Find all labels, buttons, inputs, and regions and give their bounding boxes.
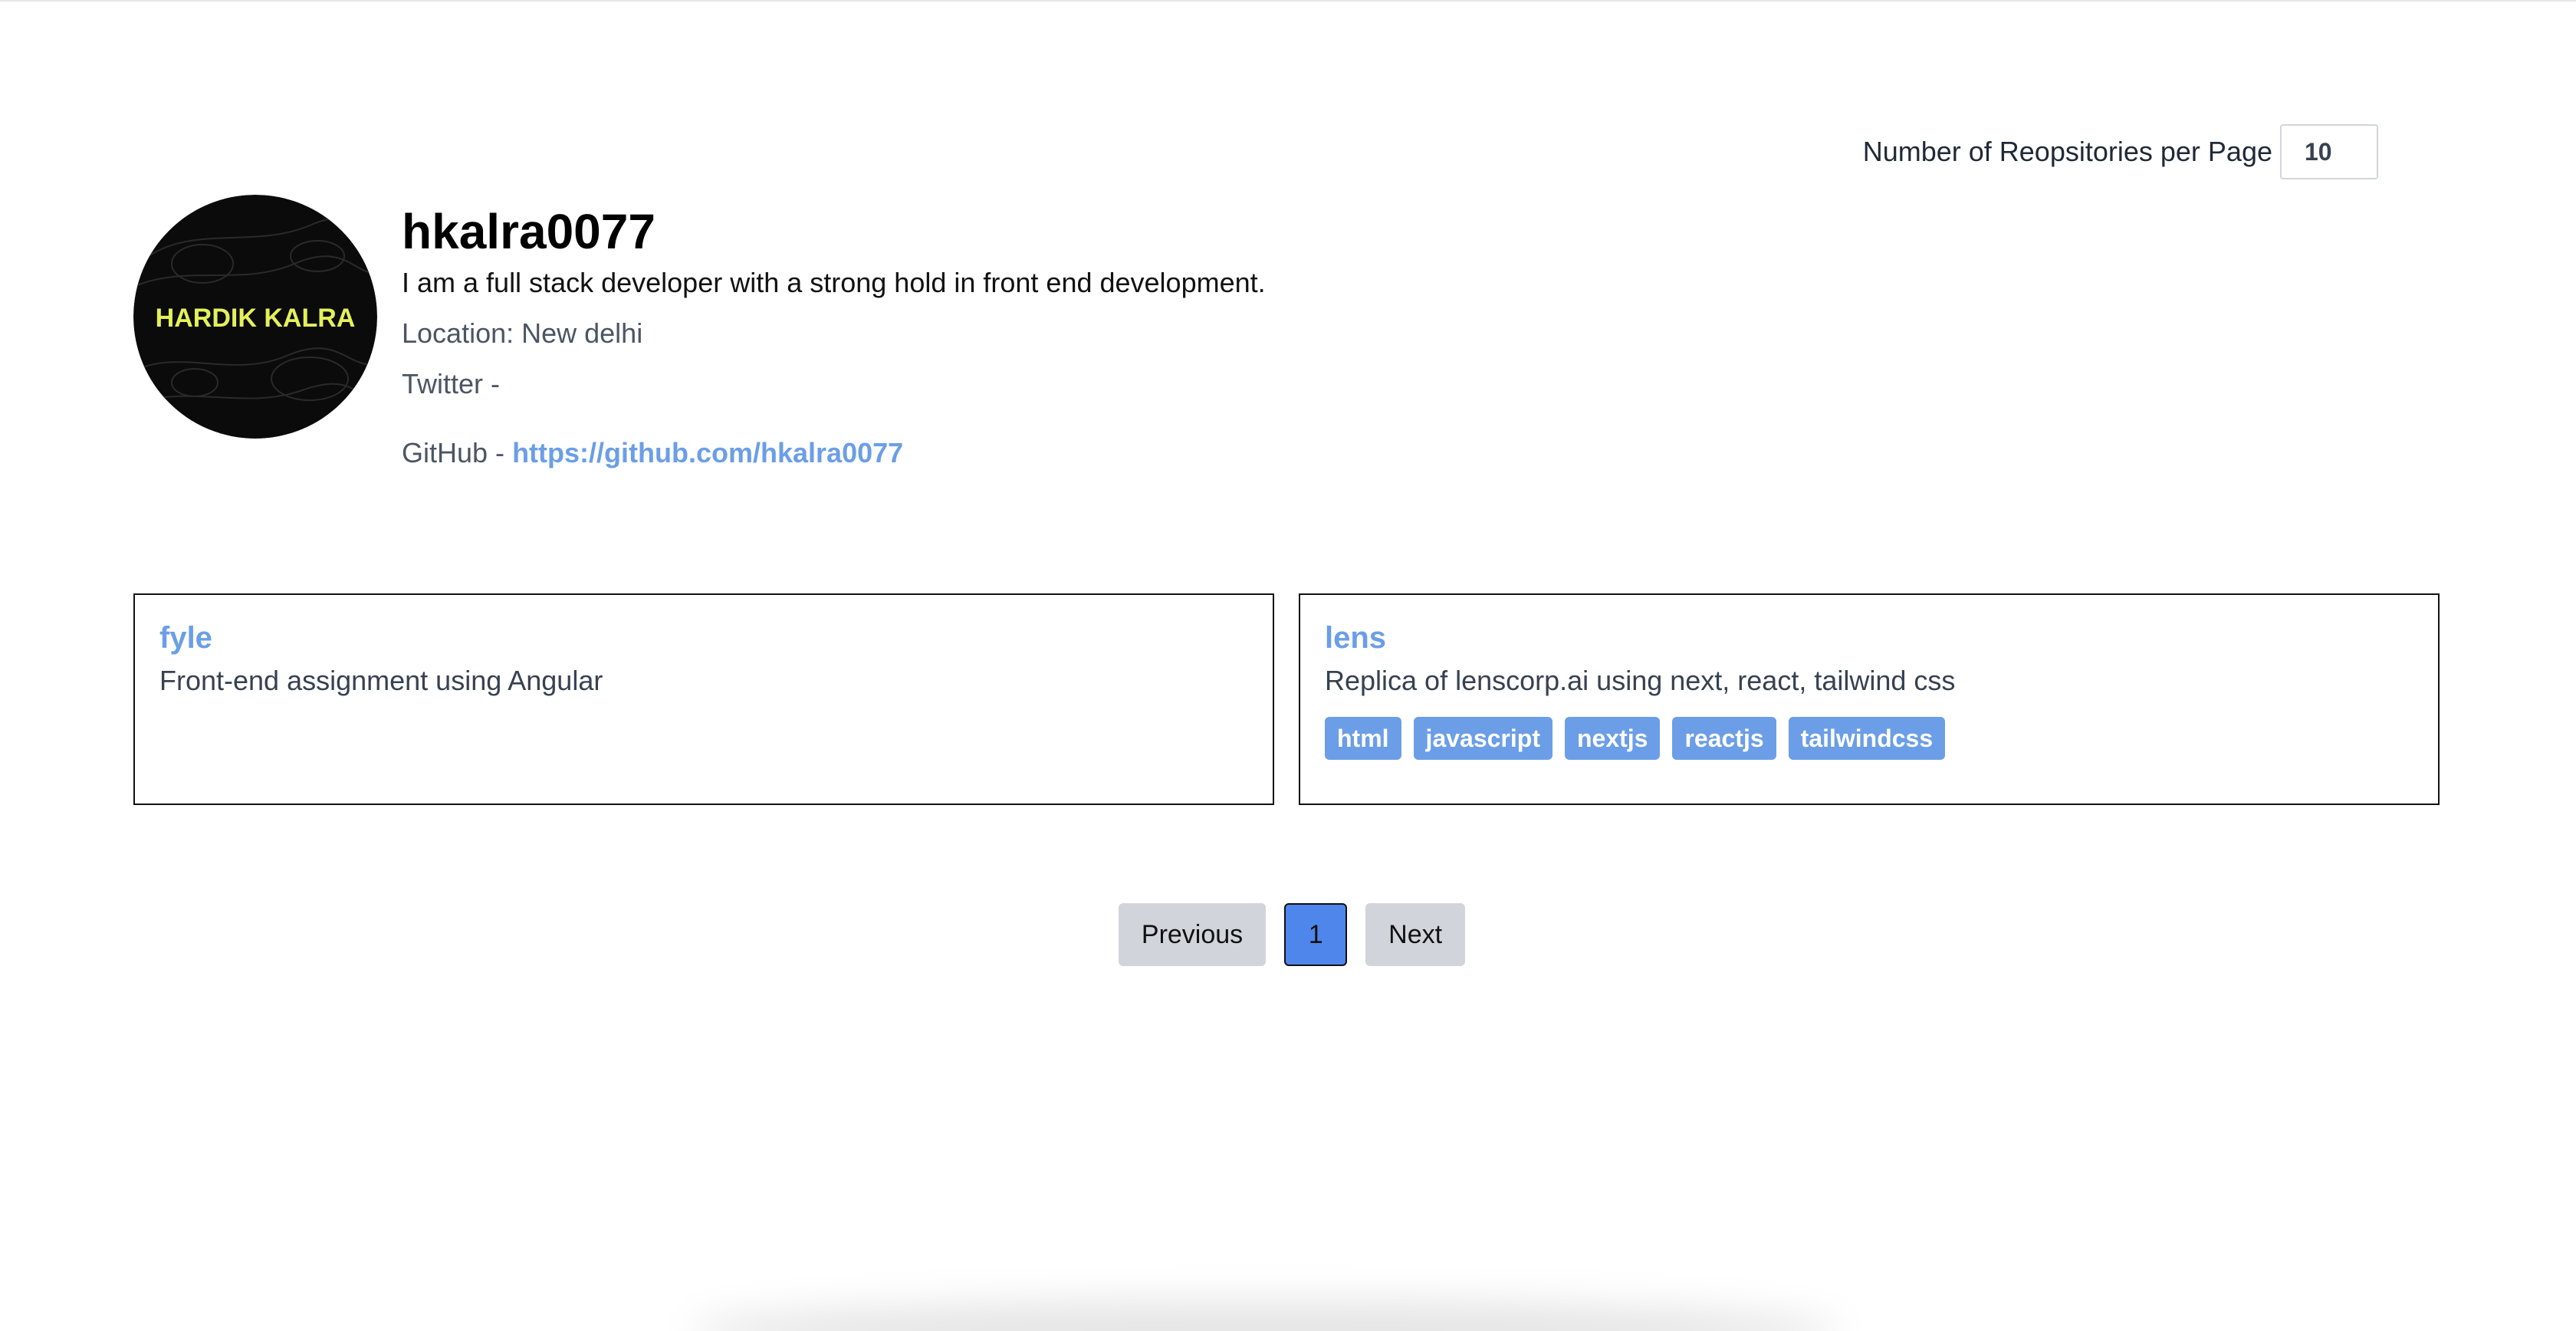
- per-page-input[interactable]: [2280, 124, 2378, 179]
- location: Location: New delhi: [402, 317, 643, 349]
- username: hkalra0077: [402, 204, 656, 259]
- avatar: HARDIK KALRA: [133, 195, 377, 439]
- repo-description: Replica of lenscorp.ai using next, react…: [1325, 665, 1956, 696]
- next-button[interactable]: Next: [1365, 903, 1466, 966]
- topic-badge-tailwindcss: tailwindcss: [1788, 717, 1946, 760]
- bio: I am a full stack developer with a stron…: [402, 267, 1266, 298]
- topic-badge-html: html: [1325, 717, 1401, 760]
- profile-info: hkalra0077 I am a full stack developer w…: [402, 195, 1266, 469]
- window-shadow: [690, 1300, 1840, 1331]
- repo-card: lens Replica of lenscorp.ai using next, …: [1299, 593, 2440, 805]
- per-page-control: Number of Reopsitories per Page: [1863, 124, 2378, 179]
- previous-button[interactable]: Previous: [1118, 903, 1267, 966]
- topic-badge-reactjs: reactjs: [1672, 717, 1776, 760]
- repo-name-link[interactable]: fyle: [159, 621, 1248, 656]
- avatar-image: HARDIK KALRA: [133, 195, 377, 439]
- repo-card: fyle Front-end assignment using Angular: [133, 593, 1274, 805]
- topic-list: html javascript nextjs reactjs tailwindc…: [1325, 717, 2413, 760]
- profile-section: HARDIK KALRA hkalra0077 I am a full stac…: [133, 195, 1266, 469]
- page-1-button[interactable]: 1: [1284, 903, 1348, 966]
- twitter: Twitter -: [402, 368, 501, 399]
- github-line: GitHub - https://github.com/hkalra0077: [402, 437, 1266, 469]
- topic-badge-nextjs: nextjs: [1564, 717, 1661, 760]
- github-prefix: GitHub -: [402, 437, 505, 468]
- github-link[interactable]: https://github.com/hkalra0077: [512, 437, 903, 468]
- page: Number of Reopsitories per Page HARDIK K…: [0, 0, 2576, 1331]
- repo-description: Front-end assignment using Angular: [159, 665, 603, 696]
- topic-badge-javascript: javascript: [1413, 717, 1552, 760]
- avatar-text: HARDIK KALRA: [156, 304, 356, 333]
- per-page-label: Number of Reopsitories per Page: [1862, 136, 2272, 167]
- pagination: Previous 1 Next: [0, 903, 2576, 966]
- repo-name-link[interactable]: lens: [1325, 621, 2413, 656]
